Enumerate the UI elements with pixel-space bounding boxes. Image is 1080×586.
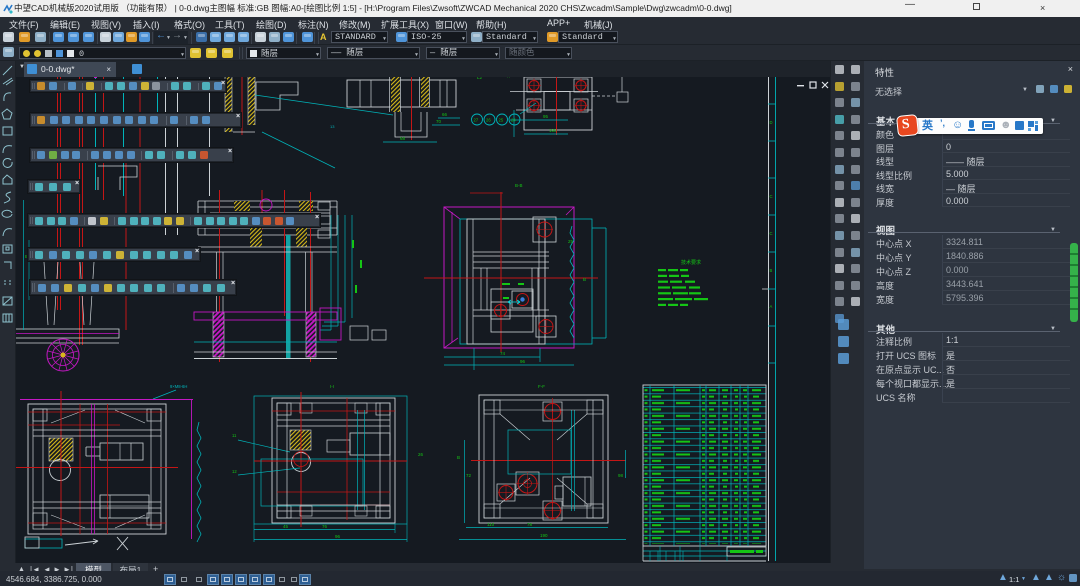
svg-text:B-B: B-B xyxy=(515,183,523,188)
svg-text:B: B xyxy=(583,277,586,282)
svg-text:45: 45 xyxy=(283,524,289,529)
svg-text:26: 26 xyxy=(418,452,424,457)
svg-text:78: 78 xyxy=(527,522,533,527)
svg-text:24: 24 xyxy=(511,118,516,123)
svg-text:70: 70 xyxy=(436,119,442,124)
svg-text:D: D xyxy=(770,120,773,125)
svg-text:98: 98 xyxy=(618,473,624,478)
svg-text:12: 12 xyxy=(232,469,237,474)
svg-text:13: 13 xyxy=(330,124,335,129)
svg-text:I-I: I-I xyxy=(330,384,334,389)
svg-text:72: 72 xyxy=(466,473,472,478)
svg-text:110: 110 xyxy=(487,522,495,527)
svg-text:68: 68 xyxy=(400,136,406,141)
svg-text:190: 190 xyxy=(549,128,557,133)
svg-text:··: ·· xyxy=(507,77,510,80)
svg-text:B: B xyxy=(770,268,773,273)
svg-text:C: C xyxy=(770,194,773,199)
svg-text:96: 96 xyxy=(520,359,526,364)
svg-text:26: 26 xyxy=(486,118,491,123)
svg-text:66: 66 xyxy=(442,112,448,117)
svg-text:76: 76 xyxy=(322,524,328,529)
svg-text:25: 25 xyxy=(499,118,504,123)
svg-text:27: 27 xyxy=(474,118,479,123)
svg-text:190: 190 xyxy=(540,533,548,538)
svg-text:9×M8-6H: 9×M8-6H xyxy=(170,384,187,389)
svg-text:95: 95 xyxy=(543,114,549,119)
svg-text:B: B xyxy=(457,455,460,460)
svg-text:F-F: F-F xyxy=(538,384,545,389)
svg-text:技术要求: 技术要求 xyxy=(681,259,701,266)
svg-text:25: 25 xyxy=(568,239,574,244)
svg-text:A: A xyxy=(770,304,773,309)
svg-text:96: 96 xyxy=(335,534,341,539)
svg-text:11: 11 xyxy=(232,433,237,438)
svg-text:74: 74 xyxy=(500,351,506,356)
svg-text:C: C xyxy=(770,231,773,236)
svg-text:L2: L2 xyxy=(477,77,483,80)
